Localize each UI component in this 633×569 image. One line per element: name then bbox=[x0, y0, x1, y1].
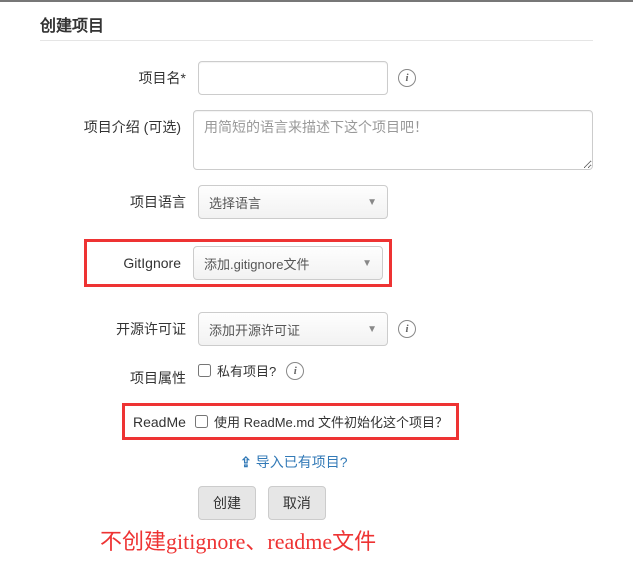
row-gitignore: GitIgnore 添加.gitignore文件 ▼ bbox=[84, 239, 593, 287]
row-description: 项目介绍 (可选) bbox=[40, 110, 593, 170]
license-select[interactable]: 添加开源许可证 ▼ bbox=[198, 312, 388, 346]
row-visibility: 项目属性 私有项目? i bbox=[40, 361, 593, 388]
label-visibility: 项目属性 bbox=[40, 361, 198, 388]
chevron-down-icon: ▼ bbox=[362, 258, 372, 269]
info-icon: i bbox=[398, 69, 416, 87]
import-link[interactable]: ⇪ 导入已有项目? bbox=[240, 452, 348, 472]
cancel-button[interactable]: 取消 bbox=[268, 486, 326, 520]
project-name-input[interactable] bbox=[198, 61, 388, 95]
title-divider bbox=[40, 40, 593, 41]
row-project-name: 项目名* i bbox=[40, 61, 593, 95]
highlight-readme: ReadMe 使用 ReadMe.md 文件初始化这个项目？ bbox=[122, 403, 459, 440]
readme-checkbox[interactable] bbox=[195, 415, 208, 428]
description-textarea[interactable] bbox=[193, 110, 593, 170]
top-divider bbox=[0, 0, 633, 2]
private-checkbox[interactable] bbox=[198, 364, 211, 377]
gitignore-select-value: 添加.gitignore文件 bbox=[204, 254, 309, 273]
readme-checkbox-label: 使用 ReadMe.md 文件初始化这个项目？ bbox=[214, 412, 448, 431]
chevron-down-icon: ▼ bbox=[367, 197, 377, 208]
annotation-text: 不创建gitignore、readme文件 bbox=[100, 524, 593, 556]
label-readme: ReadMe bbox=[133, 414, 195, 430]
row-readme: ReadMe 使用 ReadMe.md 文件初始化这个项目？ bbox=[122, 403, 593, 440]
row-language: 项目语言 选择语言 ▼ bbox=[40, 185, 593, 219]
label-license: 开源许可证 bbox=[40, 312, 198, 339]
label-project-name: 项目名* bbox=[40, 61, 198, 88]
private-checkbox-label: 私有项目? bbox=[217, 361, 276, 380]
language-select[interactable]: 选择语言 ▼ bbox=[198, 185, 388, 219]
chevron-down-icon: ▼ bbox=[367, 324, 377, 335]
label-gitignore: GitIgnore bbox=[93, 255, 193, 271]
import-link-label: 导入已有项目? bbox=[256, 452, 348, 472]
submit-button[interactable]: 创建 bbox=[198, 486, 256, 520]
info-icon: i bbox=[398, 320, 416, 338]
row-license: 开源许可证 添加开源许可证 ▼ i bbox=[40, 312, 593, 346]
row-import: ⇪ 导入已有项目? bbox=[240, 452, 593, 472]
row-buttons: 创建 取消 bbox=[198, 486, 593, 520]
label-description: 项目介绍 (可选) bbox=[40, 110, 193, 137]
gitignore-select[interactable]: 添加.gitignore文件 ▼ bbox=[193, 246, 383, 280]
language-select-value: 选择语言 bbox=[209, 193, 261, 212]
info-icon: i bbox=[286, 362, 304, 380]
upload-icon: ⇪ bbox=[240, 454, 252, 471]
label-language: 项目语言 bbox=[40, 185, 198, 212]
highlight-gitignore: GitIgnore 添加.gitignore文件 ▼ bbox=[84, 239, 392, 287]
license-select-value: 添加开源许可证 bbox=[209, 320, 300, 339]
page-title: 创建项目 bbox=[40, 12, 593, 36]
